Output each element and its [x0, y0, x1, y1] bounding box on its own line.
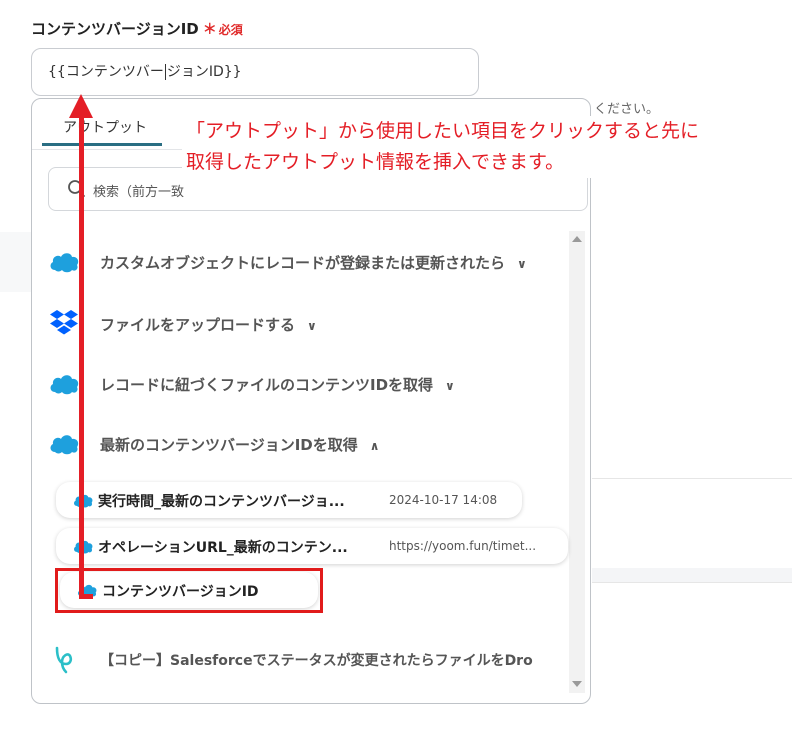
- annotation-arrow-shaft: [79, 116, 84, 596]
- node-get-latest-version-id[interactable]: 最新のコンテンツバージョンIDを取得 ∧: [32, 424, 562, 464]
- output-item-title: 実行時間_最新のコンテンツバージョ...: [98, 494, 345, 510]
- node-label: ファイルをアップロードする ∨: [100, 316, 317, 334]
- text-caret: [164, 64, 166, 80]
- annotation-arrow-up-icon: [69, 94, 93, 118]
- node-label: 【コピー】Salesforceでステータスが変更されたらファイルをDro: [100, 653, 533, 669]
- annotation-text: 「アウトプット」から使用したい項目をクリックすると先に 取得したアウトプット情報…: [182, 116, 708, 178]
- node-label: 最新のコンテンツバージョンIDを取得 ∧: [100, 436, 380, 454]
- background-section-footer: [592, 568, 792, 583]
- tab-output[interactable]: アウトプット: [63, 117, 147, 137]
- content-version-id-input[interactable]: {{コンテンツバー ジョンID}}: [31, 48, 479, 96]
- scroll-up-arrow-icon[interactable]: [572, 236, 582, 242]
- node-file-upload[interactable]: ファイルをアップロードする ∨: [32, 304, 562, 344]
- yoom-logo-icon: [55, 646, 73, 674]
- output-item-title: コンテンツバージョンID: [102, 584, 259, 600]
- node-copied-flow[interactable]: 【コピー】Salesforceでステータスが変更されたらファイルをDro: [32, 640, 572, 680]
- required-text: 必須: [218, 23, 243, 37]
- background-panel-edge: [0, 232, 31, 292]
- search-placeholder: 検索（前方一致: [93, 185, 185, 200]
- field-label-text: コンテンツバージョンID: [31, 20, 199, 38]
- scroll-down-arrow-icon[interactable]: [572, 681, 582, 687]
- annotation-line-1: 「アウトプット」から使用したい項目をクリックすると先に: [186, 120, 700, 142]
- output-item-value: 2024-10-17 14:08: [389, 493, 498, 507]
- background-hint-text: ください。: [594, 102, 660, 117]
- output-picker-panel: アウトプット 日 検索（前方一致 カスタムオブジェクトにレコードが登録または更新…: [31, 98, 591, 704]
- search-icon: [68, 180, 85, 197]
- salesforce-cloud-icon: [50, 435, 79, 455]
- field-label: コンテンツバージョンID ＊必須: [31, 18, 243, 39]
- annotation-line-2: 取得したアウトプット情報を挿入できます。: [186, 151, 565, 173]
- chevron-down-icon: ∨: [517, 256, 527, 271]
- scrollbar[interactable]: [569, 231, 585, 693]
- chevron-up-icon: ∧: [369, 438, 380, 453]
- output-item-operation-url[interactable]: オペレーションURL_最新のコンテン... https://yoom.fun/t…: [56, 528, 568, 564]
- annotation-arrow-base: [79, 594, 93, 599]
- output-item-title: オペレーションURL_最新のコンテン...: [98, 540, 348, 556]
- chevron-down-icon: ∨: [307, 318, 317, 333]
- node-label: レコードに紐づくファイルのコンテンツIDを取得 ∨: [100, 376, 455, 394]
- output-item-value: https://yoom.fun/timet...: [389, 539, 537, 553]
- node-get-content-id[interactable]: レコードに紐づくファイルのコンテンツIDを取得 ∨: [32, 364, 562, 404]
- salesforce-cloud-icon: [50, 253, 79, 273]
- active-tab-indicator: [42, 143, 162, 146]
- output-item-content-version-id[interactable]: コンテンツバージョンID: [60, 572, 318, 608]
- dropbox-icon: [50, 310, 78, 335]
- salesforce-cloud-icon: [50, 375, 79, 395]
- background-section: [592, 478, 792, 570]
- required-mark: ＊: [202, 22, 217, 38]
- output-item-execution-time[interactable]: 実行時間_最新のコンテンツバージョ... 2024-10-17 14:08: [56, 482, 522, 518]
- node-label: カスタムオブジェクトにレコードが登録または更新されたら ∨: [100, 254, 527, 272]
- input-value-after-caret: ジョンID}}: [166, 64, 242, 80]
- chevron-down-icon: ∨: [445, 378, 455, 393]
- node-custom-object-trigger[interactable]: カスタムオブジェクトにレコードが登録または更新されたら ∨: [32, 242, 562, 282]
- input-value-before-caret: {{コンテンツバー: [48, 64, 164, 80]
